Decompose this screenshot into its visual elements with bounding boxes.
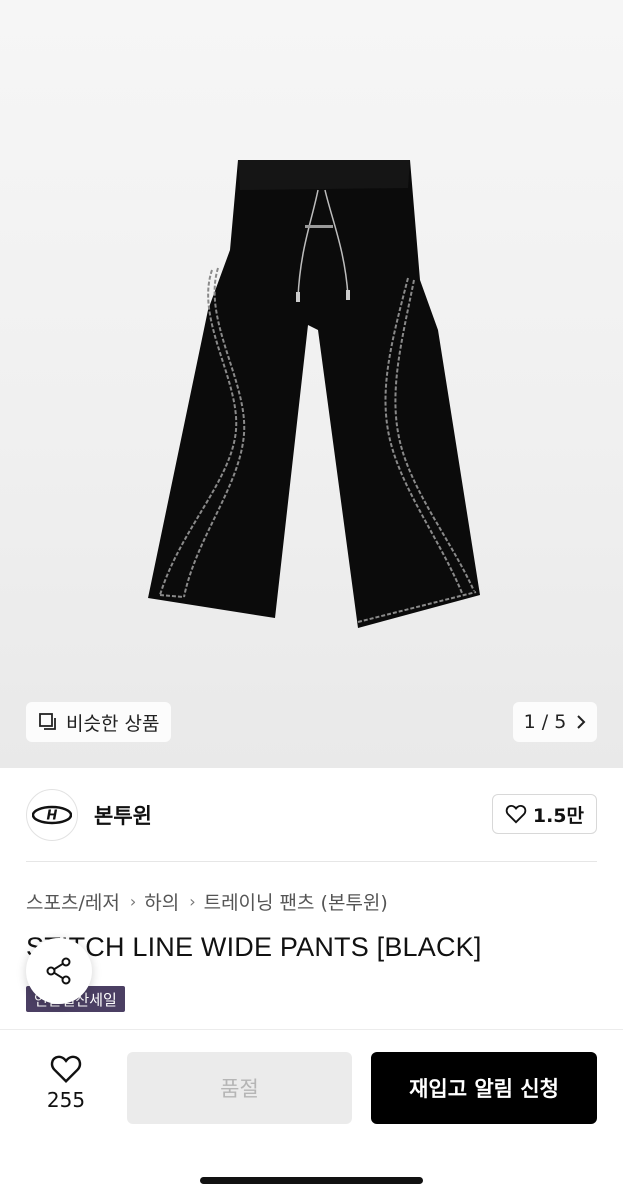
heart-icon [505, 805, 527, 824]
soldout-button: 품절 [127, 1052, 352, 1124]
heart-icon [50, 1055, 82, 1084]
restock-alert-button[interactable]: 재입고 알림 신청 [371, 1052, 597, 1124]
share-button[interactable] [26, 938, 92, 1004]
brand-name[interactable]: 본투윈 [94, 800, 152, 830]
svg-text:H: H [47, 809, 58, 824]
product-image-gallery[interactable]: 비슷한 상품 1 / 5 [0, 0, 623, 768]
bottom-action-bar: 255 품절 재입고 알림 신청 [0, 1029, 623, 1200]
breadcrumb-item[interactable]: 트레이닝 팬츠 (본투윈) [204, 888, 388, 915]
share-icon [46, 957, 71, 985]
breadcrumb-item[interactable]: 하의 [144, 888, 179, 915]
brand-logo[interactable]: H [26, 789, 78, 841]
pager-text: 1 / 5 [523, 711, 567, 733]
product-title: STITCH LINE WIDE PANTS [BLACK] [26, 932, 482, 962]
home-indicator[interactable] [200, 1177, 423, 1184]
image-pager[interactable]: 1 / 5 [513, 702, 597, 742]
chevron-right-icon: › [129, 892, 137, 911]
product-image[interactable] [140, 150, 485, 630]
similar-products-button[interactable]: 비슷한 상품 [26, 702, 172, 742]
breadcrumb: 스포츠/레저 › 하의 › 트레이닝 팬츠 (본투윈) [26, 888, 388, 915]
brand-like-count: 1.5만 [532, 804, 584, 827]
wishlist-button[interactable]: 255 [36, 1054, 96, 1112]
similar-products-label: 비슷한 상품 [66, 712, 160, 735]
chevron-right-icon [577, 715, 586, 729]
brand-row[interactable]: H 본투윈 1.5만 [26, 788, 597, 842]
divider [26, 861, 597, 862]
brand-like-button[interactable]: 1.5만 [491, 794, 597, 834]
chevron-right-icon: › [189, 892, 196, 911]
wishlist-count: 255 [46, 1088, 86, 1112]
breadcrumb-item[interactable]: 스포츠/레저 [26, 888, 120, 915]
similar-items-icon [39, 713, 56, 730]
